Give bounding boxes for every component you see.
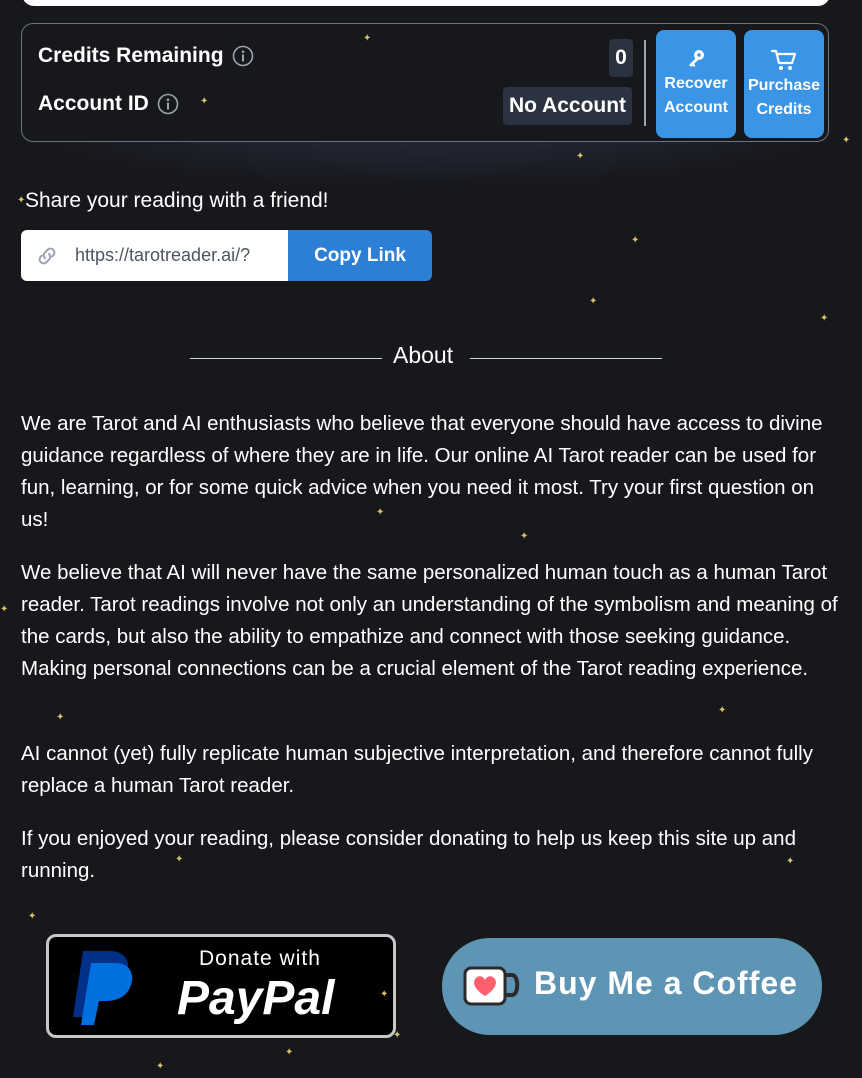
star-decoration: ✦	[28, 911, 37, 922]
share-link-group: Copy Link	[21, 230, 432, 281]
recover-label-line1: Recover	[664, 75, 728, 92]
about-heading: About	[393, 342, 454, 368]
star-decoration: ✦	[786, 856, 795, 867]
star-decoration: ✦	[576, 151, 585, 162]
paypal-logo-icon	[73, 951, 133, 1025]
about-divider-left	[190, 358, 382, 359]
credits-panel: Credits Remaining Account ID 0 No Accoun…	[21, 23, 829, 142]
purchase-label-line2: Credits	[756, 101, 812, 118]
copy-link-button[interactable]: Copy Link	[288, 230, 432, 281]
account-id-label: Account ID	[38, 92, 149, 115]
cart-icon	[770, 49, 797, 70]
donate-paypal-button[interactable]: Donate with PayPal	[46, 934, 396, 1038]
star-decoration: ✦	[363, 33, 372, 44]
about-paragraph-2: We believe that AI will never have the s…	[21, 561, 838, 680]
account-id-value: No Account	[503, 87, 633, 125]
star-decoration: ✦	[156, 1061, 165, 1072]
star-decoration: ✦	[175, 854, 184, 865]
about-paragraph-1: We are Tarot and AI enthusiasts who beli…	[21, 412, 823, 531]
credits-remaining-label: Credits Remaining	[38, 44, 224, 67]
star-decoration: ✦	[17, 195, 26, 206]
paypal-donate-label: Donate with	[199, 947, 321, 970]
paypal-wordmark: PayPal	[177, 972, 335, 1025]
share-link-field[interactable]	[21, 230, 288, 281]
star-decoration: ✦	[0, 604, 9, 615]
purchase-credits-button[interactable]: Purchase Credits	[744, 30, 824, 138]
link-icon	[38, 247, 56, 264]
buy-me-a-coffee-label: Buy Me a Coffee	[534, 965, 798, 1001]
about-paragraph-4: If you enjoyed your reading, please cons…	[21, 827, 796, 882]
info-icon[interactable]	[157, 93, 179, 115]
about-paragraph-3: AI cannot (yet) fully replicate human su…	[21, 742, 813, 797]
star-decoration: ✦	[718, 705, 727, 716]
vertical-divider	[644, 40, 646, 126]
star-decoration: ✦	[520, 531, 529, 542]
star-decoration: ✦	[589, 296, 598, 307]
account-id-row: Account ID	[38, 92, 179, 116]
coffee-cup-heart-icon	[463, 966, 520, 1006]
star-decoration: ✦	[631, 235, 640, 246]
star-decoration: ✦	[56, 712, 65, 723]
about-divider-right	[470, 358, 662, 359]
credits-value: 0	[609, 39, 633, 77]
top-card-edge	[22, 0, 830, 6]
share-link-input[interactable]	[73, 244, 277, 267]
star-decoration: ✦	[200, 96, 209, 107]
recover-account-button[interactable]: Recover Account	[656, 30, 736, 138]
recover-label-line2: Account	[664, 99, 728, 116]
credits-remaining-row: Credits Remaining	[38, 44, 254, 68]
share-title: Share your reading with a friend!	[25, 189, 329, 212]
star-decoration: ✦	[820, 313, 829, 324]
star-decoration: ✦	[380, 989, 389, 1000]
buy-me-a-coffee-button[interactable]: Buy Me a Coffee	[442, 938, 822, 1035]
star-decoration: ✦	[393, 1030, 402, 1041]
purchase-label-line1: Purchase	[747, 77, 821, 94]
key-icon	[689, 50, 704, 67]
star-decoration: ✦	[842, 135, 851, 146]
info-icon[interactable]	[232, 45, 254, 67]
star-decoration: ✦	[285, 1047, 294, 1058]
star-decoration: ✦	[376, 507, 385, 518]
